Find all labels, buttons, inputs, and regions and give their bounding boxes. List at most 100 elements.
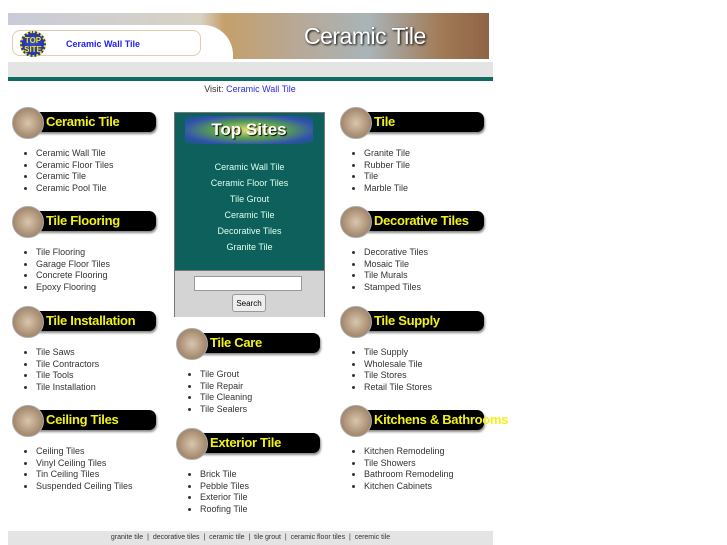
- section-header-tile-supply: Tile Supply: [340, 306, 484, 338]
- list-link[interactable]: Decorative Tiles: [364, 247, 428, 257]
- list-item: Roofing Tile: [200, 504, 249, 516]
- list-link[interactable]: Ceramic Floor Tiles: [36, 160, 114, 170]
- list-link[interactable]: Tile Sealers: [200, 404, 247, 414]
- list-item: Ceramic Wall Tile: [36, 148, 114, 160]
- list-link[interactable]: Mosaic Tile: [364, 259, 409, 269]
- list-link[interactable]: Retail Tile Stores: [364, 382, 432, 392]
- section-title: Exterior Tile: [210, 435, 282, 450]
- list-item: Tin Ceiling Tiles: [36, 469, 133, 481]
- visit-link[interactable]: Ceramic Wall Tile: [226, 84, 296, 94]
- footer-link[interactable]: ceramic tile: [209, 534, 244, 541]
- list-link[interactable]: Concrete Flooring: [36, 270, 108, 280]
- list-item: Ceramic Tile: [36, 171, 114, 183]
- list-link[interactable]: Tile Installation: [36, 382, 96, 392]
- list-link[interactable]: Granite Tile: [364, 148, 410, 158]
- list-link[interactable]: Tile Contractors: [36, 359, 99, 369]
- section-header-tile-care: Tile Care: [176, 328, 320, 360]
- list-link[interactable]: Marble Tile: [364, 183, 408, 193]
- banner-title: Ceramic Tile: [304, 23, 426, 49]
- list-item: Tile Grout: [200, 369, 252, 381]
- list-item: Pebble Tiles: [200, 481, 249, 493]
- section-list-tile-installation: Tile Saws Tile ContractorsTile Tools Tile …: [12, 347, 99, 394]
- header-banner: TOP SITE Ceramic Wall Tile Ceramic Tile: [8, 13, 489, 59]
- list-item: Ceramic Floor Tiles: [36, 160, 114, 172]
- tile-icon: [340, 107, 372, 139]
- list-link[interactable]: Wholesale Tile: [364, 359, 423, 369]
- list-link[interactable]: Tile Tools: [36, 370, 74, 380]
- list-link[interactable]: Brick Tile: [200, 469, 237, 479]
- list-item: Brick Tile: [200, 469, 249, 481]
- list-link[interactable]: Bathroom Remodeling: [364, 469, 454, 479]
- top-site-link[interactable]: Ceramic Wall Tile: [175, 159, 324, 175]
- list-link[interactable]: Epoxy Flooring: [36, 282, 96, 292]
- tile-icon: [12, 405, 44, 437]
- list-link[interactable]: Ceramic Tile: [36, 171, 86, 181]
- list-link[interactable]: Tile Repair: [200, 381, 243, 391]
- section-title: Tile: [374, 114, 395, 129]
- section-list-tile: Granite Tile Rubber TileTile Marble Tile: [340, 148, 410, 195]
- list-item: Granite Tile: [364, 148, 410, 160]
- section-list-tile-flooring: Tile Flooring Garage Floor TilesConcrete …: [12, 247, 110, 294]
- list-link[interactable]: Tile Supply: [364, 347, 408, 357]
- list-link[interactable]: Ceramic Pool Tile: [36, 183, 107, 193]
- list-link[interactable]: Tin Ceiling Tiles: [36, 469, 99, 479]
- banner-link[interactable]: Ceramic Wall Tile: [66, 39, 140, 49]
- list-link[interactable]: Tile Saws: [36, 347, 75, 357]
- footer-link[interactable]: granite tile: [111, 534, 143, 541]
- visit-label: Visit:: [204, 84, 224, 94]
- footer-link[interactable]: ceramic floor tiles: [291, 534, 345, 541]
- list-link[interactable]: Garage Floor Tiles: [36, 259, 110, 269]
- footer-link[interactable]: ceremic tile: [355, 534, 390, 541]
- list-link[interactable]: Rubber Tile: [364, 160, 410, 170]
- top-site-link[interactable]: Decorative Tiles: [175, 223, 324, 239]
- list-link[interactable]: Tile Stores: [364, 370, 407, 380]
- list-item: Tile Cleaning: [200, 392, 252, 404]
- top-site-link[interactable]: Ceramic Tile: [175, 207, 324, 223]
- list-link[interactable]: Tile Cleaning: [200, 392, 252, 402]
- top-site-link[interactable]: Granite Tile: [175, 239, 324, 255]
- top-site-link[interactable]: Ceramic Floor Tiles: [175, 175, 324, 191]
- top-sites-box: Top Sites Ceramic Wall Tile Ceramic Floo…: [174, 112, 325, 317]
- list-link[interactable]: Roofing Tile: [200, 504, 248, 514]
- section-list-ceramic-tile: Ceramic Wall TileCeramic Floor TilesCera…: [12, 148, 114, 195]
- section-list-tile-supply: Tile Supply Wholesale TileTile Stores Reta…: [340, 347, 432, 394]
- footer-separator: |: [248, 534, 251, 541]
- footer-link[interactable]: decorative tiles: [153, 534, 200, 541]
- list-link[interactable]: Suspended Ceiling Tiles: [36, 481, 133, 491]
- list-link[interactable]: Tile Showers: [364, 458, 416, 468]
- list-link[interactable]: Ceiling Tiles: [36, 446, 85, 456]
- list-item: Ceiling Tiles: [36, 446, 133, 458]
- list-link[interactable]: Exterior Tile: [200, 492, 248, 502]
- list-item: Tile Installation: [36, 382, 99, 394]
- footer-link[interactable]: tile grout: [254, 534, 281, 541]
- list-link[interactable]: Ceramic Wall Tile: [36, 148, 106, 158]
- section-title: Tile Flooring: [46, 213, 120, 228]
- list-link[interactable]: Pebble Tiles: [200, 481, 249, 491]
- section-title: Decorative Tiles: [374, 213, 469, 228]
- list-link[interactable]: Tile: [364, 171, 378, 181]
- list-link[interactable]: Tile Flooring: [36, 247, 85, 257]
- top-site-link[interactable]: Tile Grout: [175, 191, 324, 207]
- tile-icon: [176, 428, 208, 460]
- list-link[interactable]: Tile Murals: [364, 270, 408, 280]
- tile-icon: [12, 206, 44, 238]
- list-item: Kitchen Cabinets: [364, 481, 454, 493]
- top-site-badge-icon: TOP SITE: [20, 31, 46, 57]
- list-item: Bathroom Remodeling: [364, 469, 454, 481]
- list-item: Wholesale Tile: [364, 359, 432, 371]
- list-link[interactable]: Tile Grout: [200, 369, 239, 379]
- footer-separator: |: [147, 534, 149, 541]
- section-title: Tile Care: [210, 335, 262, 350]
- list-link[interactable]: Stamped Tiles: [364, 282, 421, 292]
- visit-line: Visit: Ceramic Wall Tile: [0, 84, 500, 94]
- search-button[interactable]: Search: [232, 294, 266, 312]
- footer-separator: |: [203, 534, 206, 541]
- tile-icon: [340, 405, 372, 437]
- top-sites-title: Top Sites: [185, 116, 313, 144]
- list-link[interactable]: Kitchen Remodeling: [364, 446, 445, 456]
- section-header-tile-flooring: Tile Flooring: [12, 206, 156, 238]
- search-input[interactable]: [194, 276, 302, 291]
- list-link[interactable]: Vinyl Ceiling Tiles: [36, 458, 106, 468]
- list-link[interactable]: Kitchen Cabinets: [364, 481, 432, 491]
- top-sites-links: Ceramic Wall Tile Ceramic Floor Tiles Ti…: [175, 159, 324, 255]
